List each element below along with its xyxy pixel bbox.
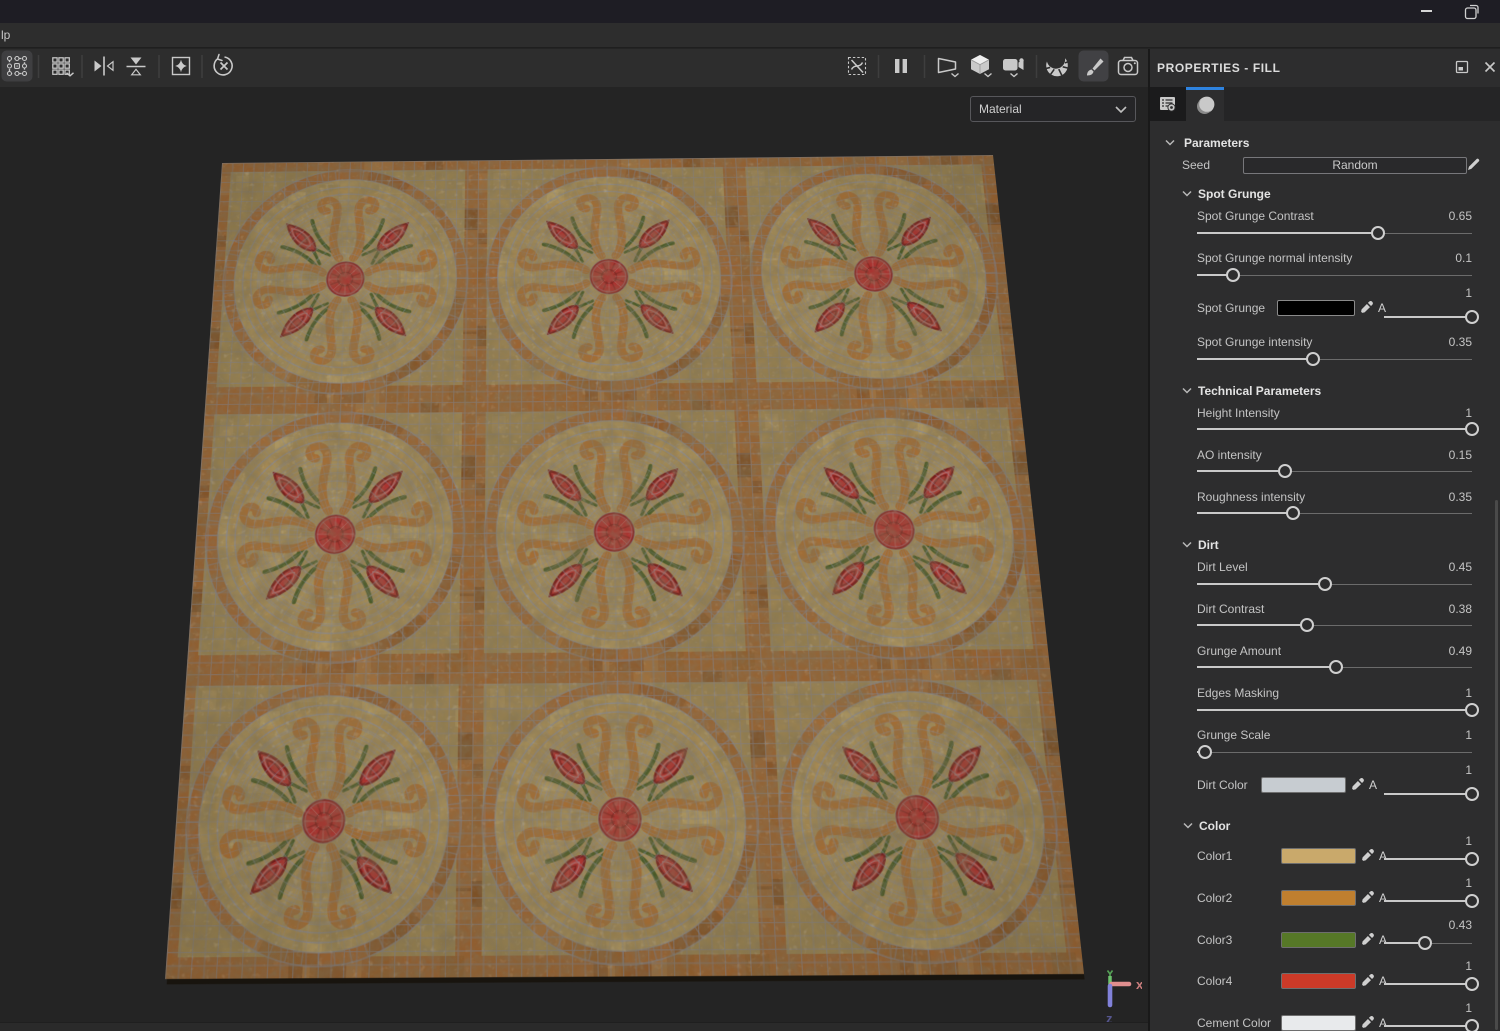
svg-text:x: x bbox=[1136, 977, 1142, 992]
svg-text:z: z bbox=[1106, 1011, 1113, 1022]
